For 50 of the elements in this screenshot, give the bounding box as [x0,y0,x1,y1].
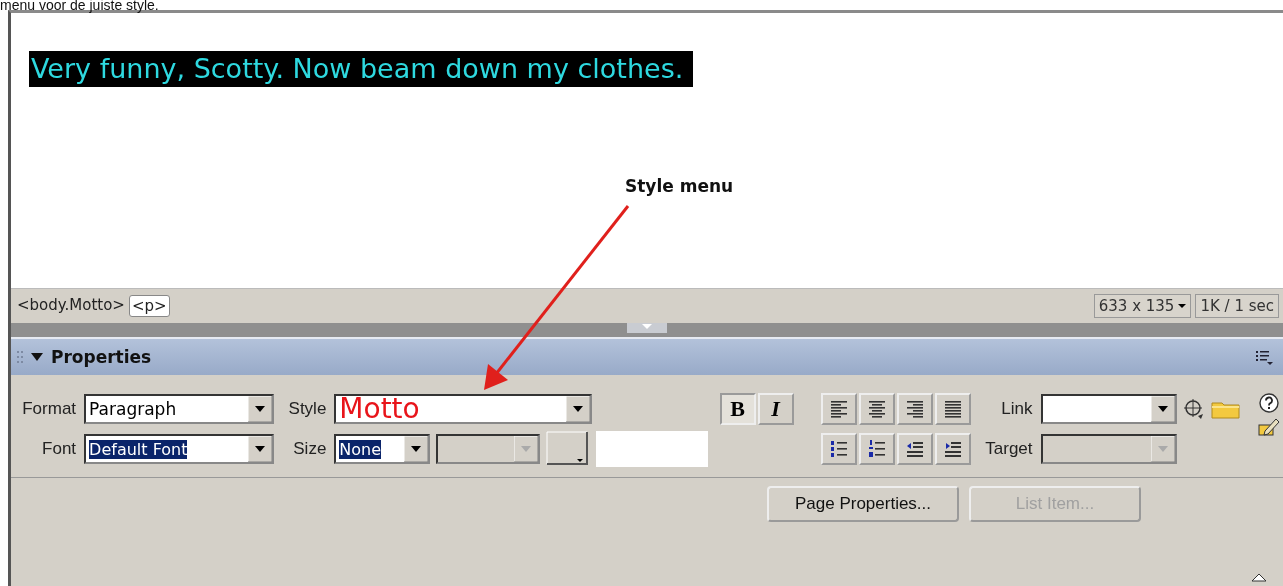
list-button[interactable] [858,433,895,465]
grip-icon[interactable] [17,350,23,364]
format-dropdown[interactable]: Paragraph [84,394,275,424]
align-left-icon [828,398,849,420]
alignment-button[interactable] [858,393,895,425]
size-dropdown[interactable]: None [334,434,431,464]
alignment-button[interactable] [820,393,857,425]
help-icon[interactable] [1259,393,1280,413]
crosshair-icon[interactable] [1182,398,1205,420]
list-button[interactable] [934,433,971,465]
numbered-list-icon [866,438,887,460]
window-size-field[interactable]: 633 x 135 [1093,294,1192,318]
bold-button[interactable]: B [719,393,756,425]
page-properties-button[interactable]: Page Properties... [767,486,959,522]
link-dropdown[interactable] [1040,394,1177,424]
options-menu-icon[interactable] [1255,349,1273,365]
style-label: Style [287,399,327,419]
alignment-button[interactable] [896,393,933,425]
color-input-field[interactable] [596,431,709,467]
expanded-triangle-icon[interactable] [31,352,43,362]
list-button[interactable] [896,433,933,465]
justify-icon [942,398,963,420]
list-button[interactable] [820,433,857,465]
style-dropdown[interactable]: Motto [334,394,593,424]
size-label: Size [292,439,327,459]
tag-selector[interactable]: <body.Motto> [15,295,127,317]
font-dropdown[interactable]: Default Font [84,434,275,464]
document-text: Very funny, Scotty. Now beam down my clothes. [29,51,694,87]
link-label: Link [1000,399,1033,419]
expand-arrow-icon[interactable] [1251,572,1267,582]
collapse-handle-icon[interactable] [627,323,667,333]
format-label: Format [21,399,77,419]
alignment-button[interactable] [934,393,971,425]
caret-icon[interactable] [1178,303,1187,309]
color-swatch-icon[interactable] [546,431,591,467]
target-label: Target [984,439,1033,459]
dropdown-arrow-icon[interactable] [404,436,429,462]
dropdown-arrow-icon[interactable] [1150,396,1175,422]
align-center-icon [866,398,887,420]
panel-title: Properties [51,347,152,367]
align-right-icon [904,398,925,420]
italic-button[interactable]: I [757,393,794,425]
dropdown-arrow-icon[interactable] [248,396,273,422]
tag-selector[interactable]: <p> [128,295,170,317]
download-time: 1K / 1 sec [1195,294,1279,318]
bulleted-list-icon [828,438,849,460]
dropdown-arrow-icon[interactable] [248,436,273,462]
font-label: Font [41,439,77,459]
dropdown-arrow-icon[interactable] [566,396,591,422]
annotation-label: Style menu [625,176,734,196]
